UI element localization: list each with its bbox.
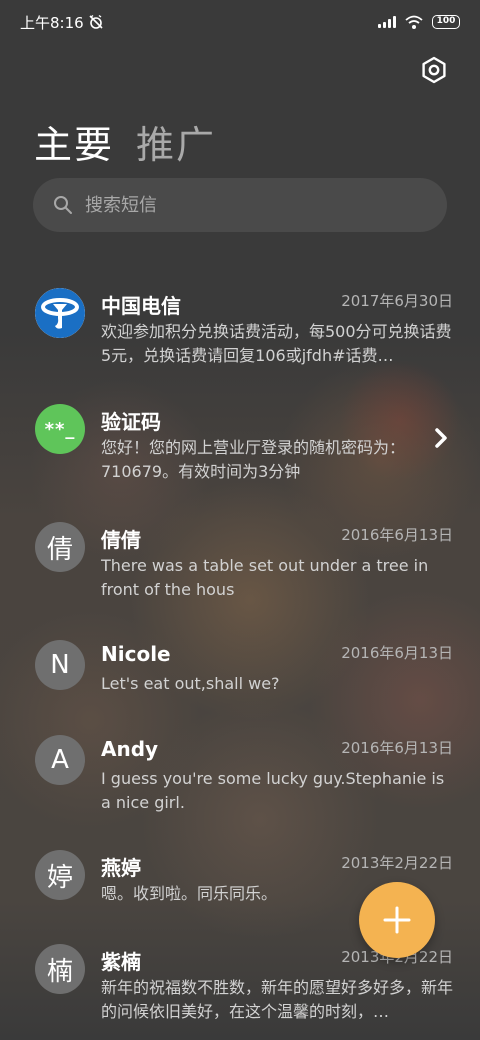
folder-tabs: 主要 推广	[34, 114, 216, 169]
plus-icon	[383, 906, 411, 934]
message-snippet: There was a table set out under a tree i…	[101, 556, 429, 599]
message-date: 2016年6月13日	[341, 526, 453, 544]
battery-indicator: 100	[432, 15, 460, 29]
alarm-off-icon	[89, 14, 103, 29]
avatar: 婷	[35, 850, 85, 900]
chevron-right-icon[interactable]	[434, 428, 448, 448]
contact-name: 验证码	[101, 410, 161, 434]
contact-name: 中国电信	[101, 294, 181, 318]
signal-icon	[378, 16, 396, 28]
verification-code-avatar: **_	[35, 404, 85, 454]
new-message-button[interactable]	[359, 882, 435, 958]
hexagon-settings-icon	[422, 56, 446, 84]
conversation-item[interactable]: N Nicole 2016年6月13日 Let's eat out,shall …	[0, 636, 480, 736]
conversation-item[interactable]: A Andy 2016年6月13日 I guess you're some lu…	[0, 731, 480, 831]
conversation-item[interactable]: 中国电信 2017年6月30日 欢迎参加积分兑换话费活动，每500分可兑换话费5…	[0, 284, 480, 384]
contact-name: Nicole	[101, 642, 171, 666]
conversation-item[interactable]: **_ 验证码 您好！您的网上营业厅登录的随机密码为：710679。有效时间为3…	[0, 400, 480, 500]
contact-name: 紫楠	[101, 950, 141, 974]
avatar: N	[35, 640, 85, 690]
message-snippet: Let's eat out,shall we?	[101, 674, 280, 693]
contact-name: Andy	[101, 737, 159, 761]
contact-name: 燕婷	[101, 856, 141, 880]
tab-promotions[interactable]: 推广	[136, 114, 216, 169]
conversation-item[interactable]: 倩 倩倩 2016年6月13日 There was a table set ou…	[0, 518, 480, 618]
avatar: 楠	[35, 944, 85, 994]
status-bar: 上午8:16 100	[0, 0, 480, 44]
message-snippet: 欢迎参加积分兑换话费活动，每500分可兑换话费5元，兑换话费请回复106或jfd…	[101, 322, 452, 365]
wifi-call-icon	[405, 15, 423, 29]
status-time: 上午8:16	[20, 13, 84, 32]
settings-button[interactable]	[418, 54, 450, 86]
message-date: 2016年6月13日	[341, 739, 453, 757]
search-icon	[54, 196, 72, 214]
message-snippet: 新年的祝福数不胜数，新年的愿望好多好多，新年的问候依旧美好，在这个温馨的时刻，…	[101, 978, 453, 1021]
message-snippet: I guess you're some lucky guy.Stephanie …	[101, 769, 445, 812]
search-input[interactable]	[85, 194, 405, 216]
search-bar[interactable]	[33, 178, 447, 232]
avatar: A	[35, 735, 85, 785]
message-date: 2013年2月22日	[341, 854, 453, 872]
message-snippet: 您好！您的网上营业厅登录的随机密码为：710679。有效时间为3分钟	[101, 438, 406, 481]
tab-primary[interactable]: 主要	[34, 114, 114, 169]
avatar: 倩	[35, 522, 85, 572]
china-telecom-logo-avatar	[35, 288, 85, 338]
message-date: 2017年6月30日	[341, 292, 453, 310]
china-telecom-logo-icon	[35, 288, 85, 338]
message-date: 2016年6月13日	[341, 644, 453, 662]
contact-name: 倩倩	[101, 528, 141, 552]
messages-screen: 上午8:16 100 主要 推广 搜索短信 中国电信 2017年6月30日 欢迎…	[0, 0, 480, 1040]
